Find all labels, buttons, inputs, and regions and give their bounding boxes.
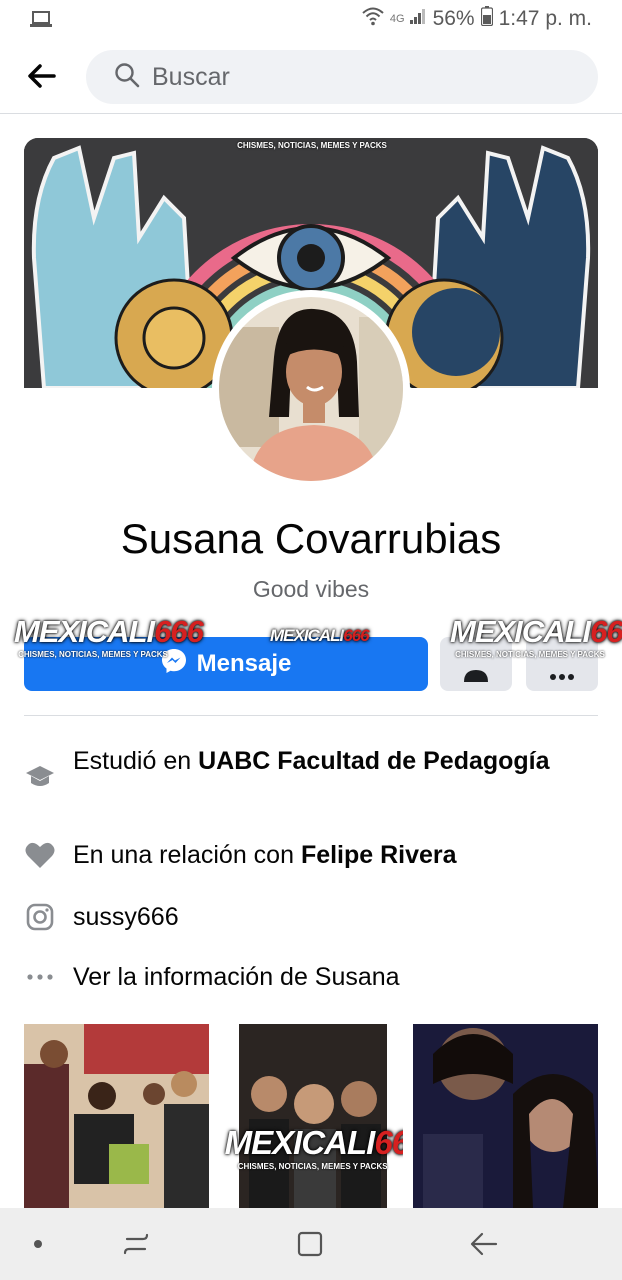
watermark-cover: MEXICALI666 CHISMES, NOTICIAS, MEMES Y P… [230, 138, 426, 150]
ellipsis-icon [24, 961, 56, 993]
instagram-handle: sussy666 [73, 903, 179, 931]
watermark-left: MEXICALI666 CHISMES, NOTICIAS, MEMES Y P… [14, 614, 204, 659]
signal-icon [409, 7, 427, 31]
recent-apps-icon[interactable] [116, 1228, 156, 1260]
person-icon [462, 668, 490, 687]
info-education[interactable]: Estudió en UABC Facultad de Pedagogía [24, 745, 598, 793]
photo-2[interactable]: MEXICALI666 CHISMES, NOTICIAS, MEMES Y P… [218, 1024, 404, 1208]
android-nav-bar [0, 1208, 622, 1280]
photo-1[interactable] [24, 1024, 209, 1208]
watermark-right: MEXICALI666 CHISMES, NOTICIAS, MEMES Y P… [450, 614, 622, 659]
profile-name: Susana Covarrubias [120, 515, 502, 562]
back-arrow-icon[interactable] [24, 58, 60, 94]
dot-icon[interactable] [18, 1228, 58, 1260]
avatar [219, 297, 403, 481]
photo-3[interactable] [413, 1024, 599, 1208]
back-nav-icon[interactable] [464, 1228, 504, 1260]
more-icon [548, 669, 576, 687]
instagram-icon [24, 901, 56, 933]
wifi-icon [362, 6, 384, 32]
watermark-photo: MEXICALI666 CHISMES, NOTICIAS, MEMES Y P… [224, 1124, 404, 1171]
network-type: 4G [389, 13, 405, 25]
relationship-prefix: En una relación con [73, 841, 301, 869]
home-icon[interactable] [290, 1228, 330, 1260]
clock: 1:47 p. m. [498, 7, 592, 30]
battery-percent: 56% [432, 7, 475, 30]
profile-picture[interactable] [212, 290, 410, 488]
profile-bio: Good vibes [252, 576, 370, 602]
search-bar[interactable]: Buscar [86, 50, 598, 104]
top-bar: Buscar [0, 40, 622, 114]
status-bar: 4G 56% 1:47 p. m. [0, 0, 622, 40]
relationship-partner[interactable]: Felipe Rivera [301, 841, 457, 869]
search-icon [114, 62, 140, 93]
info-instagram[interactable]: sussy666 [24, 901, 598, 934]
info-relationship[interactable]: En una relación con Felipe Rivera [24, 839, 598, 872]
watermark-center: MEXICALI666 [270, 626, 370, 645]
battery-icon [480, 6, 493, 32]
message-button-label: Mensaje [196, 650, 292, 677]
divider [24, 715, 598, 716]
education-place[interactable]: UABC Facultad de Pedagogía [198, 747, 549, 775]
search-input[interactable]: Buscar [152, 63, 230, 92]
heart-icon [24, 839, 56, 871]
graduation-cap-icon [24, 761, 56, 793]
photos-grid: MEXICALI666 CHISMES, NOTICIAS, MEMES Y P… [24, 1024, 599, 1208]
info-see-more[interactable]: Ver la información de Susana [24, 961, 598, 994]
see-more-label: Ver la información de Susana [73, 963, 400, 991]
laptop-icon [30, 10, 52, 33]
education-prefix: Estudió en [73, 747, 199, 775]
